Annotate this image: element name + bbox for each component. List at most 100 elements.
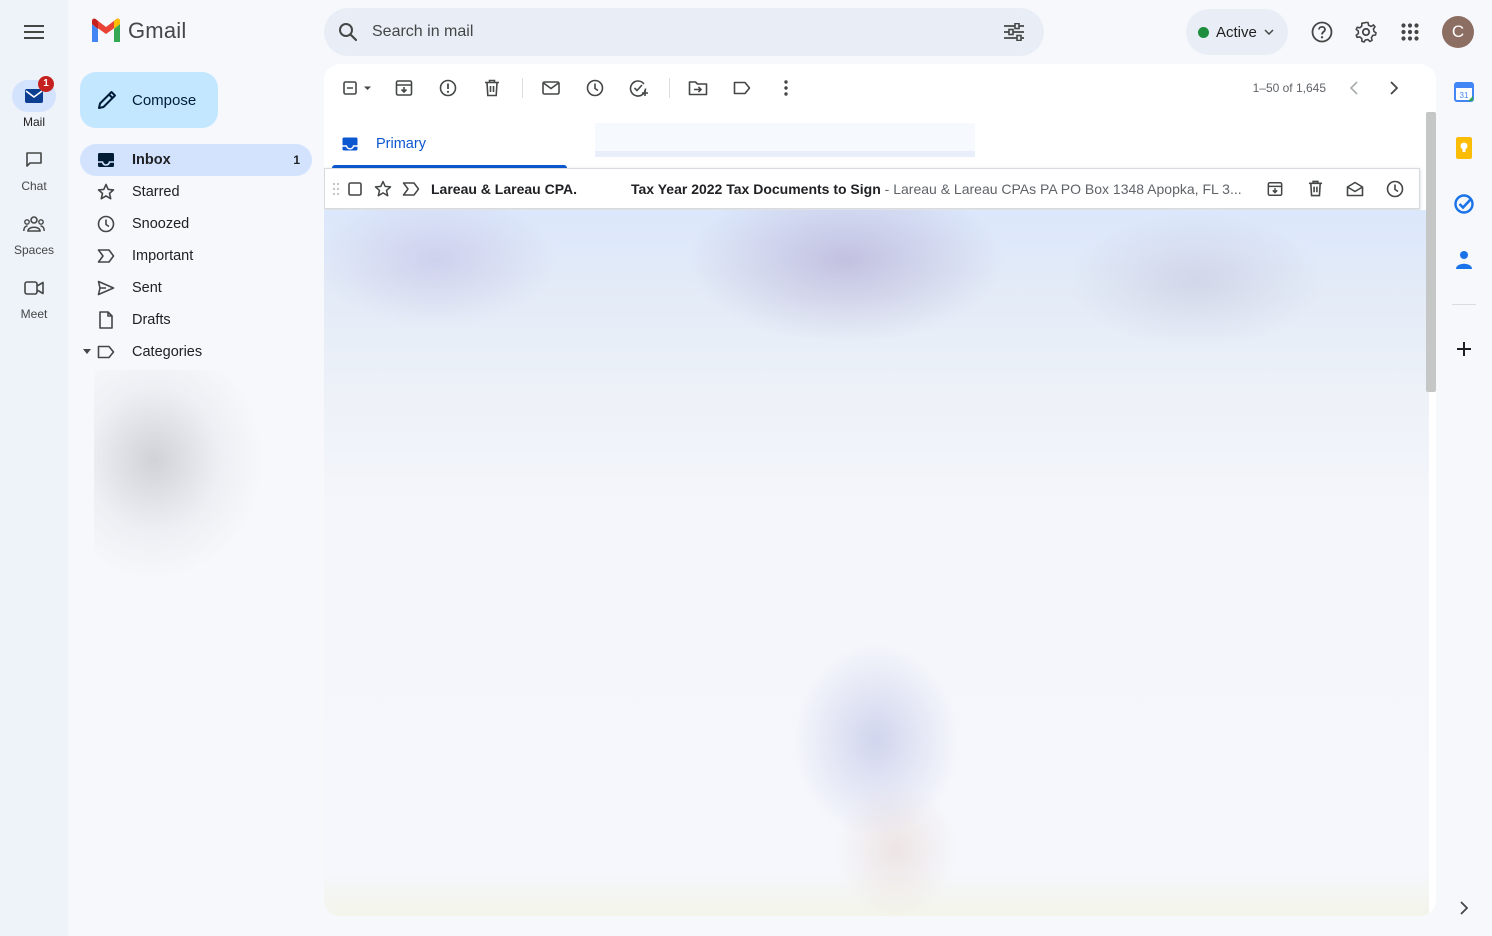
redacted-nav-region — [94, 370, 300, 616]
spaces-icon — [23, 216, 45, 232]
delete-button[interactable] — [472, 68, 512, 108]
nav-item-categories[interactable]: Categories — [80, 336, 312, 368]
nav-item-important[interactable]: Important — [80, 240, 312, 272]
chevron-right-icon — [1460, 901, 1468, 915]
rail-item-mail[interactable]: 1 Mail — [0, 76, 68, 129]
mail-unread-badge: 1 — [38, 76, 54, 92]
open-envelope-icon — [1346, 181, 1364, 196]
search-button[interactable] — [324, 8, 372, 56]
support-button[interactable] — [1302, 12, 1342, 52]
drag-handle-icon — [332, 182, 340, 195]
pagination-range: 1–50 of 1,645 — [1252, 81, 1326, 95]
trash-icon — [1308, 180, 1322, 197]
rail-item-chat[interactable]: Chat — [0, 144, 68, 193]
search-options-button[interactable] — [990, 8, 1038, 56]
side-panel: 31 — [1436, 64, 1492, 936]
nav-label: Inbox — [132, 152, 171, 168]
nav-item-inbox[interactable]: Inbox 1 — [80, 144, 312, 176]
rail-item-meet[interactable]: Meet — [0, 272, 68, 321]
star-icon — [97, 183, 115, 200]
rail-item-label: Chat — [21, 179, 47, 193]
chevron-left-icon — [1350, 81, 1358, 95]
email-preview: Tax Year 2022 Tax Documents to Sign - La… — [631, 181, 1243, 197]
get-addons-button[interactable] — [1450, 335, 1478, 363]
google-apps-button[interactable] — [1390, 12, 1430, 52]
nav-item-snoozed[interactable]: Snoozed — [80, 208, 312, 240]
rail-item-spaces[interactable]: Spaces — [0, 208, 68, 257]
add-task-icon — [629, 80, 648, 97]
clock-icon — [586, 79, 604, 97]
move-to-button[interactable] — [678, 68, 718, 108]
toolbar-divider — [669, 78, 670, 98]
compose-button[interactable]: Compose — [80, 72, 218, 128]
nav-item-drafts[interactable]: Drafts — [80, 304, 312, 336]
search-input[interactable] — [372, 9, 990, 55]
more-options-button[interactable] — [766, 68, 806, 108]
gmail-logo[interactable]: Gmail — [90, 18, 186, 44]
archive-icon — [1267, 181, 1283, 196]
row-mark-read-button[interactable] — [1335, 169, 1375, 209]
navigation-rail: 1 Mail Chat Spaces Meet — [0, 0, 68, 936]
important-icon — [97, 249, 115, 263]
settings-button[interactable] — [1346, 12, 1386, 52]
star-toggle[interactable] — [369, 180, 397, 198]
rail-item-label: Mail — [22, 115, 45, 129]
calendar-icon: 31 — [1454, 82, 1474, 102]
contacts-icon — [1456, 251, 1472, 269]
tasks-icon — [1454, 194, 1474, 214]
rail-item-label: Meet — [20, 307, 48, 321]
importance-toggle[interactable] — [397, 181, 425, 196]
archive-icon — [395, 80, 413, 96]
add-to-tasks-button[interactable] — [619, 68, 659, 108]
checkbox-icon — [348, 181, 362, 196]
spam-icon — [439, 79, 457, 97]
keep-button[interactable] — [1450, 134, 1478, 162]
row-archive-button[interactable] — [1255, 169, 1295, 209]
status-selector[interactable]: Active — [1186, 9, 1288, 55]
account-avatar[interactable]: C — [1442, 16, 1474, 48]
send-icon — [97, 280, 115, 296]
snooze-button[interactable] — [575, 68, 615, 108]
archive-button[interactable] — [384, 68, 424, 108]
redacted-email-list — [324, 210, 1429, 916]
chat-icon — [26, 152, 42, 167]
gear-icon — [1355, 21, 1377, 43]
mail-list-scrollbar[interactable] — [1426, 112, 1436, 392]
caret-down-icon — [83, 349, 91, 354]
newer-button[interactable] — [1334, 68, 1374, 108]
important-icon — [402, 181, 420, 196]
more-vert-icon — [784, 80, 788, 96]
row-snooze-button[interactable] — [1375, 169, 1415, 209]
status-dot — [1198, 26, 1209, 38]
calendar-button[interactable]: 31 — [1450, 78, 1478, 106]
row-delete-button[interactable] — [1295, 169, 1335, 209]
contacts-button[interactable] — [1450, 246, 1478, 274]
tab-primary[interactable]: Primary — [332, 120, 567, 168]
show-side-panel-button[interactable] — [1450, 894, 1478, 922]
nav-label: Sent — [132, 280, 162, 296]
nav-item-starred[interactable]: Starred — [80, 176, 312, 208]
email-sender: Lareau & Lareau CPA. — [431, 180, 578, 197]
app-name: Gmail — [128, 18, 187, 43]
older-button[interactable] — [1374, 68, 1414, 108]
main-menu-button[interactable] — [14, 12, 54, 52]
tasks-button[interactable] — [1450, 190, 1478, 218]
email-row[interactable]: Lareau & Lareau CPA. Tax Year 2022 Tax D… — [324, 168, 1420, 209]
select-all-dropdown[interactable] — [336, 68, 380, 108]
toolbar-divider — [522, 78, 523, 98]
draft-icon — [99, 311, 113, 329]
inbox-tabs: Primary — [324, 120, 1424, 168]
email-subject: Tax Year 2022 Tax Documents to Sign — [631, 180, 881, 197]
status-label: Active — [1216, 23, 1257, 41]
nav-item-sent[interactable]: Sent — [80, 272, 312, 304]
compose-label: Compose — [132, 91, 197, 109]
report-spam-button[interactable] — [428, 68, 468, 108]
mark-as-read-button[interactable] — [531, 68, 571, 108]
keep-icon — [1456, 137, 1472, 159]
labels-button[interactable] — [722, 68, 762, 108]
search-bar — [324, 8, 1044, 56]
row-checkbox[interactable] — [341, 181, 369, 196]
tune-icon — [1004, 23, 1024, 41]
label-icon — [97, 345, 115, 359]
inbox-icon — [342, 137, 358, 151]
